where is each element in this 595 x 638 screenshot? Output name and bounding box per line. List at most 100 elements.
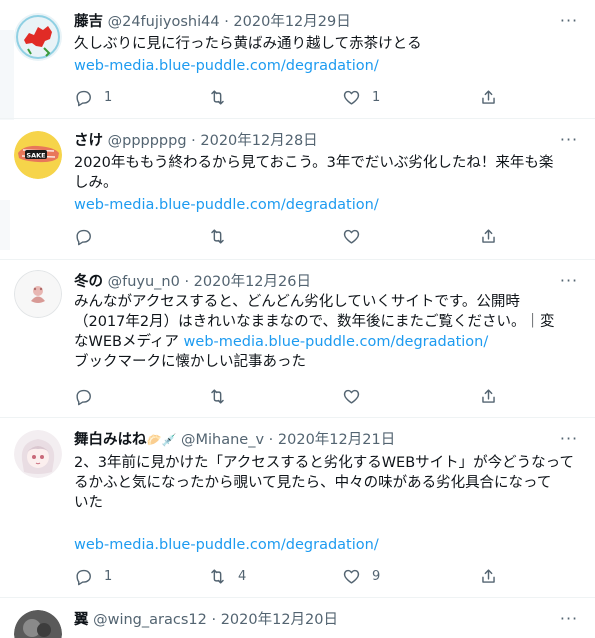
more-options-icon[interactable]: ··· [557,611,581,632]
reply-button[interactable]: 1 [74,86,112,108]
retweet-icon [211,568,224,584]
tweet-header: 舞白みはね🥟💉 @Mihane_v · 2020年12月21日 [74,430,395,450]
tweet-link[interactable]: web-media.blue-puddle.com/degradation/ [74,535,579,555]
tweet-link[interactable]: web-media.blue-puddle.com/degradation/ [184,334,489,350]
retweet-icon [211,388,224,404]
tweet-text-line: るかふと気になったから覗いて見たら、中々の味がある劣化具合になって [74,475,552,491]
share-icon [482,89,495,104]
tweet-text-line: いた [74,495,103,511]
user-handle[interactable]: @24fujiyoshi44 [108,14,220,30]
user-handle[interactable]: @fuyu_n0 [108,274,180,290]
share-button[interactable] [479,225,498,247]
tweet[interactable]: 翼 @wing_aracs12 · 2020年12月20日 ··· [0,598,595,638]
tweet-link[interactable]: web-media.blue-puddle.com/degradation/ [74,56,579,76]
user-handle[interactable]: @ppppppg [108,133,187,149]
share-icon [482,388,495,403]
retweet-button[interactable]: 4 [208,565,246,587]
tweet-header: 翼 @wing_aracs12 · 2020年12月20日 [74,610,338,630]
tweet-text-line: 2、3年前に見かけた「アクセスすると劣化するWEBサイト」が今どうなって [74,455,574,471]
tweet-text: みんながアクセスすると、どんどん劣化していくサイトです。公開時 （2017年2月… [74,292,579,372]
pink-figure-avatar-icon[interactable] [14,270,62,318]
separator-dot: · [268,432,274,448]
tweet-text-line: みんながアクセスすると、どんどん劣化していくサイトです。公開時 [74,294,520,310]
more-options-icon[interactable]: ··· [557,431,581,452]
more-options-icon[interactable]: ··· [557,13,581,34]
tweet[interactable]: 冬の @fuyu_n0 · 2020年12月26日 ··· みんながアクセスする… [0,260,595,418]
share-button[interactable] [479,565,498,587]
anime-girl-avatar-icon[interactable] [14,430,62,478]
tweet-text-line: なWEBメディア web-media.blue-puddle.com/degra… [74,332,579,352]
like-button[interactable]: 1 [342,86,380,108]
retweet-icon [211,228,224,244]
tweet[interactable]: SAKE さけ @ppppppg · 2020年12月28日 ··· 2020年… [0,119,595,260]
more-options-icon[interactable]: ··· [557,273,581,294]
tweet-text-line: 2020年ももう終わるから見ておこう。3年でだいぶ劣化したね！来年も楽 [74,155,554,171]
tweet[interactable]: 舞白みはね🥟💉 @Mihane_v · 2020年12月21日 ··· 2、3年… [0,418,595,598]
tweet-text-line: （2017年2月）はきれいなままなので、数年後にまたご覧ください。｜変 [74,314,555,330]
retweet-button[interactable] [208,225,238,247]
share-button[interactable] [479,86,498,108]
dark-photo-avatar-icon[interactable] [14,610,62,638]
reply-button[interactable] [74,225,104,247]
heart-icon [343,569,360,584]
reply-count: 1 [104,89,113,105]
tweet-text: 2020年ももう終わるから見ておこう。3年でだいぶ劣化したね！来年も楽 しみ。 … [74,153,579,215]
salmon-avatar-icon[interactable]: SAKE [14,131,62,179]
reply-icon [76,90,91,106]
tweet-text: 2、3年前に見かけた「アクセスすると劣化するWEBサイト」が今どうなって るかふ… [74,453,579,555]
reply-button[interactable] [74,385,104,407]
tweet-date[interactable]: 2020年12月20日 [221,612,338,628]
share-button[interactable] [479,385,498,407]
tweet-actions [74,385,514,407]
tweet-date[interactable]: 2020年12月28日 [200,133,317,149]
tweet-date[interactable]: 2020年12月26日 [194,274,311,290]
separator-dot: · [184,274,190,290]
retweet-count: 4 [238,568,247,584]
tweet-text-line: 久しぶりに見に行ったら黄ばみ通り越して赤茶けとる [74,36,422,52]
share-icon [482,568,495,583]
retweet-button[interactable] [208,86,238,108]
reply-count: 1 [104,568,113,584]
display-name[interactable]: 翼 [74,612,89,628]
display-name[interactable]: 舞白みはね [74,432,147,448]
heart-icon [343,389,360,404]
avatar-text: SAKE [26,151,45,159]
retweet-button[interactable] [208,385,238,407]
tweet-actions: 1 1 [74,86,514,108]
heart-icon [343,229,360,244]
reply-icon [76,229,91,245]
like-button[interactable] [342,385,372,407]
tweet-text-line: ブックマークに懐かしい記事あった [74,354,306,370]
name-emoji: 🥟💉 [146,433,177,447]
reply-button[interactable]: 1 [74,565,112,587]
tweet-text-line: しみ。 [74,175,118,191]
tweet-actions: 1 4 9 [74,565,514,587]
tweet-header: 藤吉 @24fujiyoshi44 · 2020年12月29日 [74,12,351,32]
separator-dot: · [224,14,229,30]
tweet-text: 久しぶりに見に行ったら黄ばみ通り越して赤茶けとる web-media.blue-… [74,34,579,76]
red-map-avatar-icon[interactable] [14,13,62,61]
heart-icon [343,90,360,105]
reply-icon [76,569,91,585]
tweet-date[interactable]: 2020年12月29日 [233,14,350,30]
tweet-text-fragment: なWEBメディア [74,334,184,350]
tweet-header: さけ @ppppppg · 2020年12月28日 [74,131,318,151]
separator-dot: · [191,133,196,149]
tweet[interactable]: 藤吉 @24fujiyoshi44 · 2020年12月29日 ··· 久しぶり… [0,0,595,119]
like-count: 9 [372,568,381,584]
tweet-header: 冬の @fuyu_n0 · 2020年12月26日 [74,272,311,292]
like-button[interactable] [342,225,372,247]
share-icon [482,228,495,243]
user-handle[interactable]: @Mihane_v [181,432,264,448]
more-options-icon[interactable]: ··· [557,132,581,153]
display-name[interactable]: さけ [74,133,103,149]
tweet-link[interactable]: web-media.blue-puddle.com/degradation/ [74,195,579,215]
user-handle[interactable]: @wing_aracs12 [93,612,207,628]
tweet-date[interactable]: 2020年12月21日 [278,432,395,448]
retweet-icon [211,89,224,105]
display-name[interactable]: 冬の [74,274,103,290]
display-name[interactable]: 藤吉 [74,14,103,30]
reply-icon [76,389,91,405]
like-button[interactable]: 9 [342,565,380,587]
tweet-actions [74,225,514,247]
